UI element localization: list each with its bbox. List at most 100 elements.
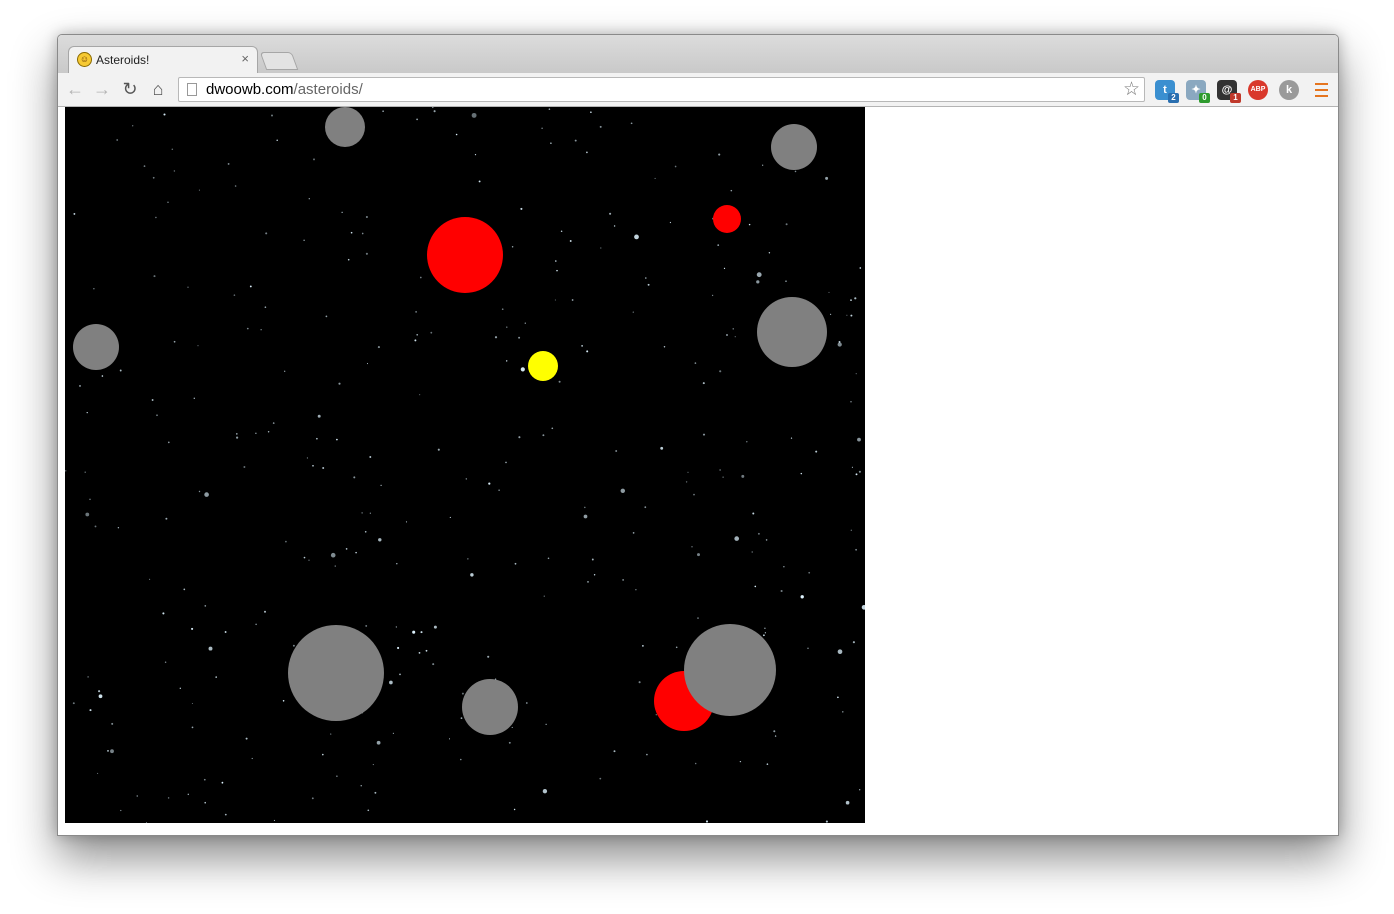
star bbox=[336, 438, 338, 441]
star bbox=[260, 329, 262, 331]
star bbox=[361, 512, 363, 514]
star bbox=[785, 280, 787, 282]
klout-extension-icon[interactable]: k bbox=[1279, 80, 1299, 100]
star bbox=[264, 610, 266, 613]
star bbox=[151, 399, 154, 401]
star bbox=[149, 578, 151, 580]
star bbox=[389, 680, 393, 685]
star bbox=[609, 212, 612, 215]
star bbox=[757, 532, 760, 535]
translate-extension-icon[interactable]: ✦ 0 bbox=[1186, 80, 1210, 103]
star bbox=[136, 795, 138, 797]
star bbox=[741, 474, 745, 478]
star bbox=[508, 741, 511, 744]
star bbox=[460, 758, 462, 761]
star bbox=[505, 461, 507, 464]
star bbox=[850, 401, 852, 403]
star bbox=[687, 471, 689, 473]
back-arrow-icon[interactable]: ← bbox=[64, 78, 86, 100]
menu-icon[interactable] bbox=[1315, 83, 1328, 97]
star bbox=[550, 142, 552, 145]
star bbox=[336, 775, 338, 777]
star bbox=[518, 336, 521, 339]
asteroid bbox=[73, 324, 119, 370]
star bbox=[215, 676, 217, 678]
star bbox=[705, 820, 709, 823]
star bbox=[505, 360, 508, 362]
star bbox=[694, 362, 697, 364]
star bbox=[780, 589, 783, 593]
address-bar[interactable]: dwoowb.com/asteroids/ ☆ bbox=[178, 77, 1145, 102]
star bbox=[73, 212, 76, 215]
star bbox=[364, 530, 367, 533]
asteroids-game-canvas[interactable] bbox=[65, 107, 865, 823]
star bbox=[837, 342, 842, 347]
star bbox=[644, 506, 647, 509]
star bbox=[233, 294, 236, 296]
star bbox=[846, 314, 848, 316]
star bbox=[322, 753, 324, 756]
close-tab-icon[interactable]: × bbox=[241, 51, 249, 66]
new-tab-button[interactable] bbox=[259, 52, 299, 70]
star bbox=[191, 702, 193, 705]
star bbox=[717, 244, 720, 246]
star bbox=[152, 176, 155, 179]
star bbox=[365, 624, 368, 627]
star bbox=[382, 110, 384, 112]
star bbox=[855, 373, 857, 375]
star bbox=[395, 626, 397, 628]
forward-arrow-icon[interactable]: → bbox=[91, 78, 113, 100]
reload-icon[interactable]: ↻ bbox=[119, 78, 141, 100]
star bbox=[765, 539, 768, 541]
star bbox=[132, 125, 134, 127]
star bbox=[313, 158, 315, 161]
star bbox=[204, 605, 207, 607]
star bbox=[396, 562, 398, 565]
star bbox=[754, 585, 757, 588]
star bbox=[164, 661, 167, 664]
star bbox=[719, 370, 722, 373]
tab-asteroids[interactable]: ☺ Asteroids! × bbox=[68, 46, 258, 73]
star bbox=[272, 422, 275, 424]
star bbox=[369, 512, 371, 514]
star bbox=[599, 125, 602, 128]
star bbox=[730, 189, 733, 192]
star bbox=[762, 164, 764, 166]
star bbox=[204, 801, 206, 804]
twitter-extension-icon[interactable]: t2 bbox=[1155, 80, 1179, 103]
star bbox=[583, 514, 588, 519]
star bbox=[613, 225, 616, 227]
star bbox=[837, 649, 843, 655]
star bbox=[415, 311, 417, 313]
star bbox=[693, 493, 695, 496]
star bbox=[419, 276, 422, 279]
extension-badge: 0 bbox=[1199, 93, 1210, 103]
star bbox=[838, 340, 841, 343]
home-icon[interactable]: ⌂ bbox=[147, 78, 169, 100]
star bbox=[551, 427, 554, 430]
star bbox=[311, 797, 314, 800]
star bbox=[265, 232, 268, 235]
url-path: /asteroids/ bbox=[293, 81, 363, 98]
star bbox=[825, 820, 828, 823]
star bbox=[412, 630, 416, 634]
star bbox=[854, 297, 857, 300]
enemy-ball bbox=[427, 217, 503, 293]
star bbox=[153, 275, 156, 278]
mail-at-extension-icon[interactable]: @1 bbox=[1217, 80, 1241, 103]
star bbox=[449, 516, 451, 518]
star bbox=[120, 809, 122, 812]
star bbox=[330, 552, 336, 558]
star bbox=[245, 737, 248, 740]
star bbox=[764, 627, 766, 630]
star bbox=[380, 484, 382, 487]
url-text[interactable]: dwoowb.com/asteroids/ bbox=[206, 81, 363, 98]
star bbox=[845, 800, 850, 805]
star bbox=[355, 551, 357, 554]
star bbox=[183, 588, 186, 591]
adblock-plus-icon[interactable]: ABP bbox=[1248, 80, 1268, 100]
star bbox=[377, 346, 380, 349]
star bbox=[498, 489, 500, 491]
star bbox=[366, 363, 369, 365]
bookmark-star-icon[interactable]: ☆ bbox=[1123, 78, 1140, 101]
